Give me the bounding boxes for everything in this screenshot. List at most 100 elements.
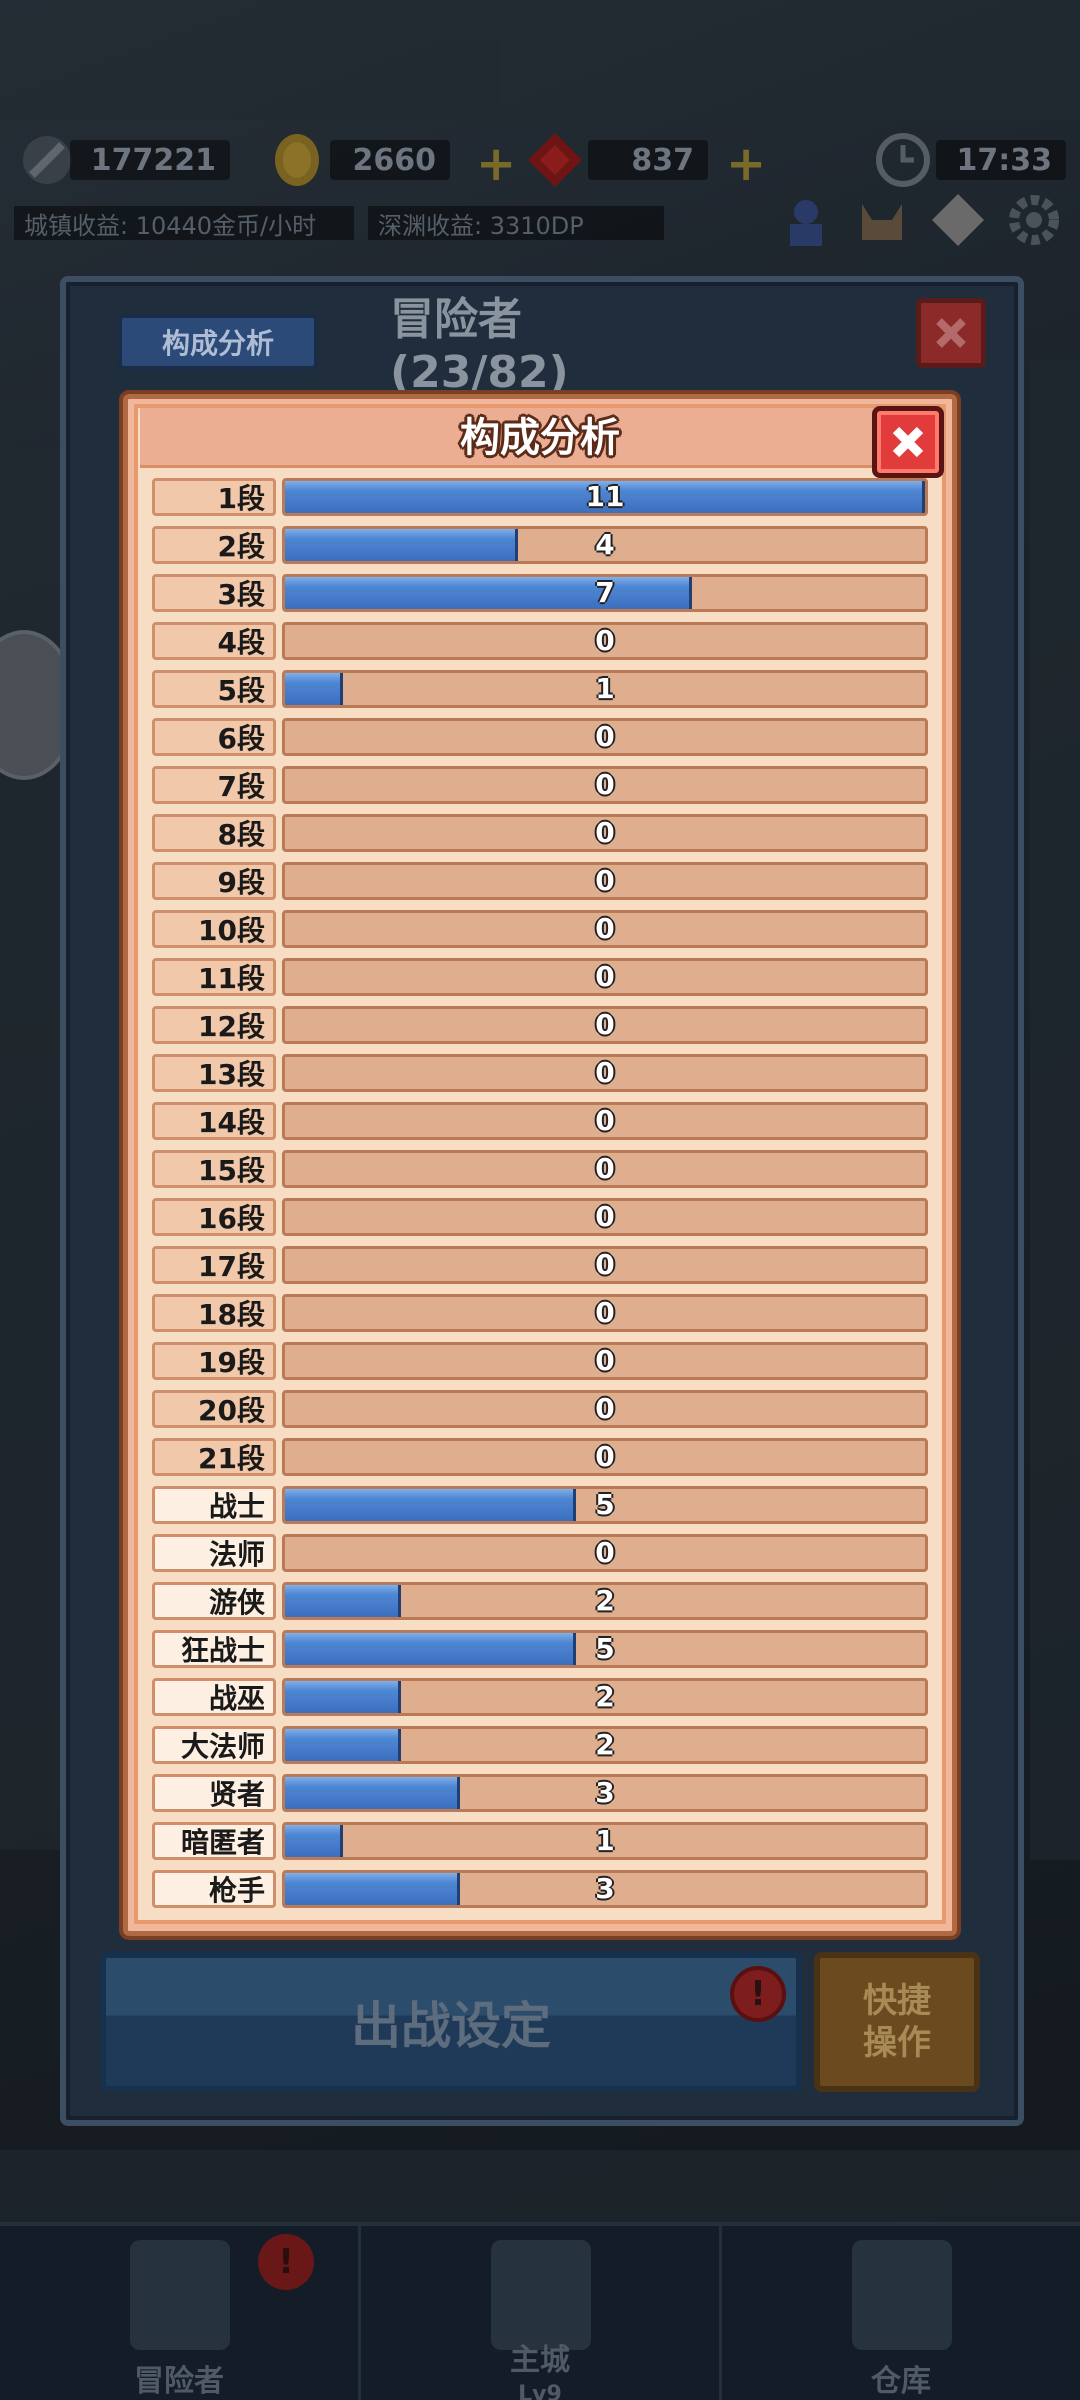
row-label: 21段 — [152, 1438, 276, 1476]
row-label: 贤者 — [152, 1774, 276, 1812]
composition-row: 19段 0 — [152, 1342, 928, 1380]
row-value: 0 — [595, 1536, 615, 1569]
nav-main-city[interactable]: 主城 Lv9 — [361, 2226, 719, 2400]
row-label: 大法师 — [152, 1726, 276, 1764]
abyss-income: 深渊收益: 3310DP — [368, 206, 664, 240]
row-value: 0 — [595, 1056, 615, 1089]
row-label: 16段 — [152, 1198, 276, 1236]
composition-row: 15段 0 — [152, 1150, 928, 1188]
row-value: 1 — [595, 1824, 615, 1857]
row-value: 7 — [595, 576, 615, 609]
battle-setup-button[interactable]: 出战设定 — [100, 1952, 802, 2092]
row-value: 5 — [595, 1488, 615, 1521]
ticket-icon[interactable] — [928, 190, 988, 250]
composition-row: 7段 0 — [152, 766, 928, 804]
composition-row: 战士 5 — [152, 1486, 928, 1524]
composition-row: 枪手 3 — [152, 1870, 928, 1908]
panel-close-button[interactable] — [916, 298, 986, 368]
row-value: 3 — [595, 1776, 615, 1809]
composition-row: 6段 0 — [152, 718, 928, 756]
row-value: 0 — [595, 1104, 615, 1137]
row-label: 20段 — [152, 1390, 276, 1428]
nav-main-city-level: Lv9 — [518, 2382, 562, 2400]
alert-badge: ! — [730, 1966, 786, 2022]
composition-row: 4段 0 — [152, 622, 928, 660]
row-value: 2 — [595, 1680, 615, 1713]
composition-row: 14段 0 — [152, 1102, 928, 1140]
row-label: 18段 — [152, 1294, 276, 1332]
row-value: 5 — [595, 1632, 615, 1665]
gold-value: 2660 — [330, 140, 450, 180]
cat-icon[interactable] — [852, 190, 912, 250]
row-label: 1段 — [152, 478, 276, 516]
tab-composition[interactable]: 构成分析 — [118, 314, 318, 370]
row-label: 10段 — [152, 910, 276, 948]
row-value: 0 — [595, 960, 615, 993]
quick-action-label-2: 操作 — [863, 2023, 931, 2063]
composition-row: 11段 0 — [152, 958, 928, 996]
red-gem-icon — [526, 131, 584, 189]
row-value: 0 — [595, 1248, 615, 1281]
add-gem-button[interactable]: + — [726, 136, 766, 192]
composition-row: 21段 0 — [152, 1438, 928, 1476]
row-value: 0 — [595, 1152, 615, 1185]
clock-icon — [874, 131, 932, 189]
composition-row: 16段 0 — [152, 1198, 928, 1236]
close-icon — [936, 318, 966, 348]
composition-row: 2段 4 — [152, 526, 928, 564]
row-value: 0 — [595, 768, 615, 801]
nav-adventurers[interactable]: ! 冒险者 — [0, 2226, 358, 2400]
row-value: 0 — [595, 624, 615, 657]
row-value: 4 — [595, 528, 615, 561]
row-label: 暗匿者 — [152, 1822, 276, 1860]
row-value: 0 — [595, 864, 615, 897]
composition-row: 战巫 2 — [152, 1678, 928, 1716]
composition-row: 法师 0 — [152, 1534, 928, 1572]
close-icon — [892, 426, 924, 458]
composition-row: 大法师 2 — [152, 1726, 928, 1764]
nav-alert-badge: ! — [258, 2234, 314, 2290]
row-label: 14段 — [152, 1102, 276, 1140]
warehouse-icon — [852, 2240, 952, 2350]
town-income: 城镇收益: 10440金币/小时 — [14, 206, 354, 240]
squad-icon[interactable] — [776, 190, 836, 250]
quick-action-label-1: 快捷 — [863, 1981, 931, 2021]
dialog-close-button[interactable] — [872, 406, 944, 478]
row-value: 0 — [595, 1296, 615, 1329]
row-label: 战巫 — [152, 1678, 276, 1716]
quick-action-button[interactable]: 快捷 操作 — [814, 1952, 980, 2092]
row-value: 0 — [595, 1200, 615, 1233]
nav-warehouse-label: 仓库 — [871, 2364, 931, 2399]
composition-row: 3段 7 — [152, 574, 928, 612]
composition-row: 10段 0 — [152, 910, 928, 948]
sword-icon — [18, 131, 76, 189]
composition-row: 12段 0 — [152, 1006, 928, 1044]
row-label: 2段 — [152, 526, 276, 564]
nav-main-city-label: 主城 — [510, 2343, 570, 2378]
panel-title: 冒险者(23/82) — [390, 293, 569, 398]
row-value: 1 — [595, 672, 615, 705]
row-label: 法师 — [152, 1534, 276, 1572]
row-label: 5段 — [152, 670, 276, 708]
composition-row: 贤者 3 — [152, 1774, 928, 1812]
helmet-icon — [130, 2240, 230, 2350]
row-value: 0 — [595, 1008, 615, 1041]
row-label: 狂战士 — [152, 1630, 276, 1668]
row-value: 0 — [595, 1392, 615, 1425]
row-label: 战士 — [152, 1486, 276, 1524]
power-value: 177221 — [70, 140, 230, 180]
nav-warehouse[interactable]: 仓库 — [722, 2226, 1080, 2400]
castle-icon — [491, 2240, 591, 2350]
gear-icon[interactable] — [1004, 190, 1064, 250]
row-label: 8段 — [152, 814, 276, 852]
row-label: 游侠 — [152, 1582, 276, 1620]
composition-row: 狂战士 5 — [152, 1630, 928, 1668]
composition-row: 17段 0 — [152, 1246, 928, 1284]
add-gold-button[interactable]: + — [476, 136, 516, 192]
row-label: 枪手 — [152, 1870, 276, 1908]
row-label: 6段 — [152, 718, 276, 756]
composition-row: 游侠 2 — [152, 1582, 928, 1620]
dialog-title: 构成分析 — [460, 415, 620, 461]
row-label: 12段 — [152, 1006, 276, 1044]
gem-value: 837 — [588, 140, 708, 180]
